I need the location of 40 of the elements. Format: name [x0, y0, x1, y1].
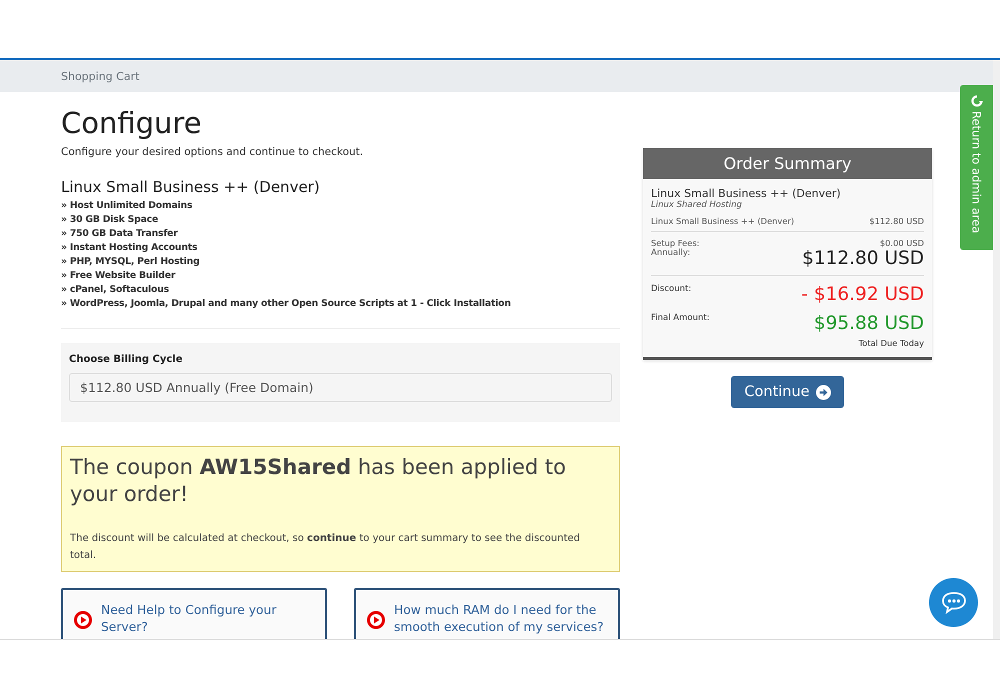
feature-item: » PHP, MYSQL, Perl Hosting: [61, 255, 201, 269]
feature-item: » WordPress, Joomla, Drupal and many other Open Source Scripts at 1 - Click Installation: [61, 297, 512, 311]
play-icon: [73, 610, 93, 630]
billing-label: Choose Billing Cycle: [69, 354, 184, 365]
discount-label: Discount:: [651, 284, 692, 294]
page-title: Configure: [61, 106, 203, 140]
feature-item: » cPanel, Softaculous: [61, 283, 170, 297]
setup-fees-value: $0.00 USD: [880, 238, 924, 248]
chat-button[interactable]: [929, 578, 978, 627]
line-item-label: Linux Small Business ++ (Denver): [651, 216, 794, 226]
feature-item: » 750 GB Data Transfer: [61, 227, 179, 241]
setup-fees-label: Setup Fees:: [651, 238, 700, 248]
final-amount-label: Final Amount:: [651, 313, 710, 323]
discount-amount: - $16.92 USD: [801, 284, 924, 305]
play-icon: [366, 610, 386, 630]
coupon-note: The discount will be calculated at checkout, so continue to your cart summary to see the discounted total.: [70, 532, 581, 563]
refresh-icon: [970, 95, 982, 107]
summary-product: Linux Small Business ++ (Denver): [651, 187, 842, 200]
help-link[interactable]: Need Help to Configure your Server?: [101, 602, 315, 636]
annually-amount: $112.80 USD: [802, 248, 924, 269]
help-link[interactable]: How much RAM do I need for the smooth execution of my services?: [394, 602, 608, 636]
feature-item: » 30 GB Disk Space: [61, 213, 160, 227]
summary-title: Order Summary: [643, 148, 932, 179]
final-amount: $95.88 USD: [814, 313, 924, 334]
total-due-label: Total Due Today: [858, 338, 924, 348]
help-link-card[interactable]: How much RAM do I need for the smooth execution of my services?: [354, 588, 620, 639]
billing-select[interactable]: $112.80 USD Annually (Free Domain): [69, 373, 612, 402]
feature-item: » Instant Hosting Accounts: [61, 241, 198, 255]
feature-item: » Free Website Builder: [61, 269, 176, 283]
page-subtitle: Configure your desired options and continue to checkout.: [61, 146, 364, 158]
help-link-card[interactable]: Need Help to Configure your Server?: [61, 588, 327, 639]
line-item-price: $112.80 USD: [869, 216, 924, 226]
annually-label: Annually:: [651, 248, 690, 258]
summary-group: Linux Shared Hosting: [651, 200, 924, 210]
breadcrumb[interactable]: Shopping Cart: [61, 70, 140, 82]
coupon-heading: The coupon AW15Shared has been applied to your order!: [70, 454, 568, 508]
feature-item: » Host Unlimited Domains: [61, 199, 194, 213]
arrow-right-icon: [816, 384, 831, 400]
product-name: Linux Small Business ++ (Denver): [61, 178, 321, 196]
continue-button[interactable]: Continue: [731, 376, 844, 408]
